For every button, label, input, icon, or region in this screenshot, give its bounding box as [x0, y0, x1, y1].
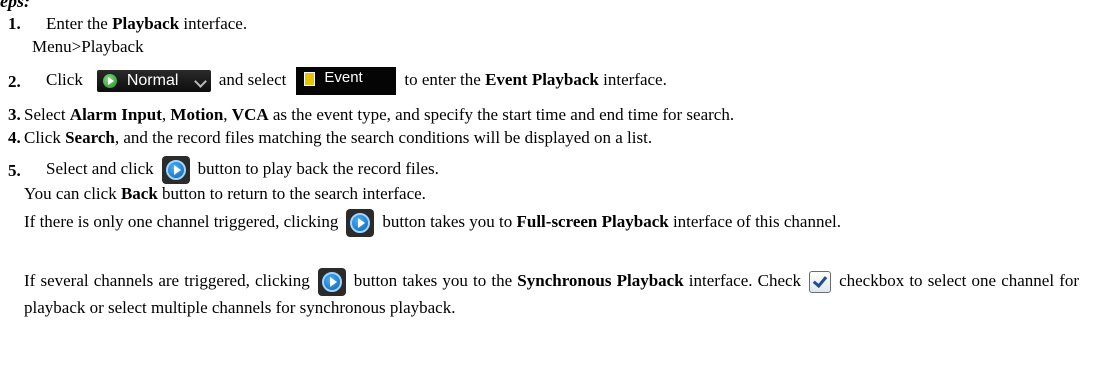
step-text: Click Normal and select Event to enter the E… — [46, 67, 667, 95]
step-number: 5. — [8, 161, 21, 180]
chevron-down-icon — [193, 75, 207, 88]
step-number: 1. — [8, 14, 21, 33]
step-text: Enter the Playback interface. — [46, 14, 248, 33]
checkbox-icon[interactable] — [809, 271, 832, 293]
step-text: Select and click button to play back the … — [46, 156, 439, 184]
normal-playback-dropdown[interactable]: Normal — [96, 70, 211, 92]
note-one-channel: If there is only one channel triggered, … — [24, 209, 1079, 237]
event-option-button[interactable]: Event — [296, 67, 397, 95]
play-button-icon[interactable] — [346, 209, 375, 237]
play-icon — [102, 74, 117, 88]
section-heading: eps: — [0, 0, 30, 11]
menu-path: Menu>Playback — [32, 37, 144, 56]
step-number: 2. — [8, 72, 21, 91]
step-text: Select Alarm Input, Motion, VCA as the e… — [24, 105, 735, 124]
play-button-icon[interactable] — [317, 268, 346, 296]
note-back: You can click Back button to return to t… — [24, 184, 426, 203]
step-number: 4. — [8, 128, 21, 147]
step-text: Click Search, and the record files match… — [24, 128, 653, 147]
event-doc-icon — [304, 72, 316, 86]
step-number: 3. — [8, 105, 21, 124]
note-several-channels: If several channels are triggered, click… — [24, 268, 1079, 319]
play-button-icon[interactable] — [161, 156, 190, 184]
